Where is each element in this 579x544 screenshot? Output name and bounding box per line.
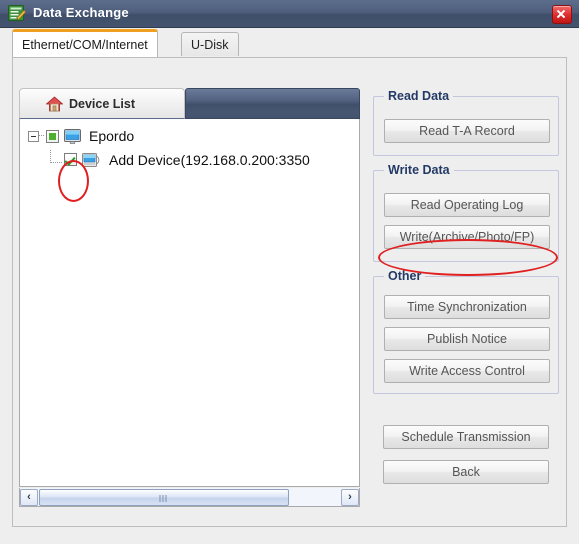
window-title: Data Exchange xyxy=(33,5,129,20)
device-list-tab-bar: Device List xyxy=(19,88,360,119)
device-list-panel: Device List Epordo Add Device(192.168.0.… xyxy=(19,88,360,508)
tree-node-label: Epordo xyxy=(89,128,135,144)
publish-notice-button[interactable]: Publish Notice xyxy=(384,327,550,351)
tab-u-disk[interactable]: U-Disk xyxy=(181,32,239,56)
tree-row[interactable]: Epordo xyxy=(28,128,134,144)
schedule-transmission-button[interactable]: Schedule Transmission xyxy=(383,425,549,449)
close-icon[interactable] xyxy=(552,5,572,24)
tab-label: Ethernet/COM/Internet xyxy=(22,37,148,52)
group-title: Read Data xyxy=(384,89,454,103)
minus-box-icon[interactable] xyxy=(28,130,39,142)
actions-panel: Read Data Read T-A Record Write Data Rea… xyxy=(373,88,559,508)
group-write-data: Write Data Read Operating Log Write(Arch… xyxy=(373,163,559,262)
read-ta-record-button[interactable]: Read T-A Record xyxy=(384,119,550,143)
tree-connector xyxy=(39,135,44,137)
monitor-icon xyxy=(64,128,81,144)
tree-row[interactable]: Add Device(192.168.0.200:3350 xyxy=(50,150,310,169)
tree-connector xyxy=(50,150,62,163)
group-read-data: Read Data Read T-A Record xyxy=(373,89,559,156)
scrollbar-thumb[interactable] xyxy=(39,488,289,506)
scroll-left-arrow-icon[interactable]: ‹ xyxy=(20,488,38,506)
device-list-tab-label: Device List xyxy=(69,96,136,111)
write-access-control-button[interactable]: Write Access Control xyxy=(384,359,550,383)
scroll-right-arrow-icon[interactable]: › xyxy=(341,488,359,506)
group-other: Other Time Synchronization Publish Notic… xyxy=(373,269,559,394)
data-exchange-window: Data Exchange Ethernet/COM/Internet U-Di… xyxy=(0,0,579,544)
title-bar: Data Exchange xyxy=(0,0,579,28)
device-checkbox-root[interactable] xyxy=(46,129,59,143)
home-icon xyxy=(45,95,64,112)
group-title: Write Data xyxy=(384,163,454,177)
time-synchronization-button[interactable]: Time Synchronization xyxy=(384,295,550,319)
device-list-tab-bar-filler xyxy=(185,88,360,119)
tab-strip: Ethernet/COM/Internet U-Disk xyxy=(0,29,579,58)
tab-label: U-Disk xyxy=(191,37,229,52)
read-operating-log-button[interactable]: Read Operating Log xyxy=(384,193,550,217)
group-title: Other xyxy=(384,269,426,283)
horizontal-scrollbar[interactable]: ‹ › xyxy=(19,488,360,507)
tree-node-label: Add Device(192.168.0.200:3350 xyxy=(109,151,310,168)
device-icon xyxy=(82,152,101,168)
document-edit-icon xyxy=(8,5,26,22)
back-button[interactable]: Back xyxy=(383,460,549,484)
scrollbar-grip-icon xyxy=(159,494,169,502)
device-tree[interactable]: Epordo Add Device(192.168.0.200:3350 xyxy=(19,119,360,487)
device-checkbox-child[interactable] xyxy=(64,153,77,166)
tab-content-panel: Device List Epordo Add Device(192.168.0.… xyxy=(12,57,567,527)
device-list-tab[interactable]: Device List xyxy=(19,88,185,119)
write-archive-photo-fp-button[interactable]: Write(Archive/Photo/FP) xyxy=(384,225,550,249)
scrollbar-track[interactable] xyxy=(38,488,341,506)
tab-ethernet-com-internet[interactable]: Ethernet/COM/Internet xyxy=(12,29,158,57)
